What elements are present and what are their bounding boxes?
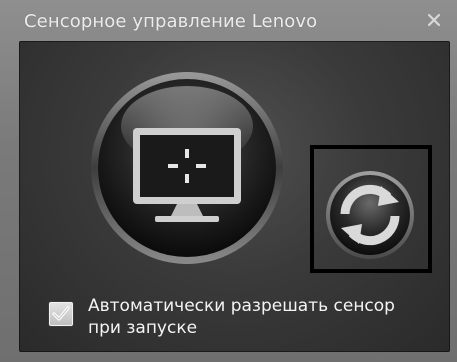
close-icon bbox=[427, 13, 441, 27]
refresh-button[interactable] bbox=[325, 170, 415, 260]
touch-control-window: Сенсорное управление Lenovo Автоматическ… bbox=[0, 0, 457, 362]
auto-enable-checkbox[interactable] bbox=[48, 301, 74, 327]
touch-control-button[interactable] bbox=[89, 70, 285, 266]
close-button[interactable] bbox=[420, 8, 448, 32]
auto-enable-label[interactable]: Автоматически разрешать сенсор при запус… bbox=[88, 295, 428, 339]
refresh-icon bbox=[326, 171, 414, 259]
title-bar[interactable]: Сенсорное управление Lenovo bbox=[0, 0, 457, 40]
monitor-crosshair-icon bbox=[91, 72, 283, 264]
window-title: Сенсорное управление Lenovo bbox=[24, 11, 318, 32]
auto-enable-option: Автоматически разрешать сенсор при запус… bbox=[48, 295, 428, 347]
checkmark-icon bbox=[52, 306, 70, 321]
